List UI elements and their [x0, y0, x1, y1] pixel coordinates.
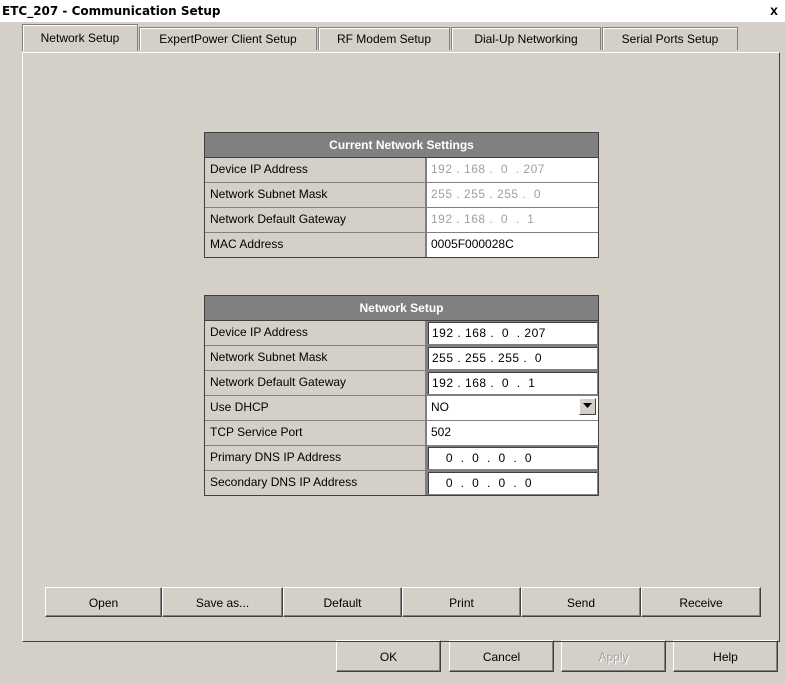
- apply-button-label: Apply: [598, 650, 629, 664]
- network-setup-grid: Network Setup Device IP Address 192 . 16…: [204, 295, 599, 496]
- table-row: Secondary DNS IP Address 0 . 0 . 0 . 0: [205, 471, 598, 495]
- table-row: Device IP Address 192 . 168 . 0 . 207: [205, 321, 598, 346]
- ok-button-label: OK: [379, 650, 398, 664]
- current-gateway-value: 192 . 168 . 0 . 1: [427, 208, 598, 232]
- table-row: Network Default Gateway 192 . 168 . 0 . …: [205, 208, 598, 233]
- row-label: Network Default Gateway: [205, 371, 427, 395]
- use-dhcp-value: NO: [431, 400, 449, 414]
- help-button-label: Help: [713, 650, 738, 664]
- save-as-button[interactable]: Save as...: [162, 587, 283, 617]
- window-title: ETC_207 - Communication Setup: [2, 4, 221, 18]
- tab-network-setup[interactable]: Network Setup: [22, 24, 138, 51]
- ok-button[interactable]: OK: [336, 640, 441, 672]
- help-button[interactable]: Help: [673, 640, 778, 672]
- print-button[interactable]: Print: [402, 587, 521, 617]
- table-row: Device IP Address 192 . 168 . 0 . 207: [205, 158, 598, 183]
- table-row: Primary DNS IP Address 0 . 0 . 0 . 0: [205, 446, 598, 471]
- tab-expertpower-client-setup[interactable]: ExpertPower Client Setup: [139, 27, 317, 50]
- chevron-down-icon[interactable]: [579, 398, 596, 415]
- row-label: Primary DNS IP Address: [205, 446, 427, 470]
- row-label: Network Subnet Mask: [205, 183, 427, 207]
- open-button[interactable]: Open: [45, 587, 162, 617]
- tab-serial-ports-setup[interactable]: Serial Ports Setup: [602, 27, 738, 50]
- close-icon[interactable]: x: [767, 3, 781, 17]
- row-label: Device IP Address: [205, 158, 427, 182]
- row-label: Device IP Address: [205, 321, 427, 345]
- table-row: Network Subnet Mask 255 . 255 . 255 . 0: [205, 346, 598, 371]
- cancel-button-label: Cancel: [482, 650, 521, 664]
- table-row: Network Subnet Mask 255 . 255 . 255 . 0: [205, 183, 598, 208]
- table-row: MAC Address 0005F000028C: [205, 233, 598, 257]
- row-label: TCP Service Port: [205, 421, 427, 445]
- mac-address-value: 0005F000028C: [427, 233, 598, 257]
- row-label: Secondary DNS IP Address: [205, 471, 427, 495]
- tcp-port-input[interactable]: 502: [427, 421, 598, 445]
- current-device-ip-value: 192 . 168 . 0 . 207: [427, 158, 598, 182]
- open-button-label: Open: [88, 596, 119, 610]
- send-button-label: Send: [566, 596, 596, 610]
- default-button[interactable]: Default: [283, 587, 402, 617]
- gateway-input[interactable]: 192 . 168 . 0 . 1: [427, 371, 598, 395]
- current-subnet-mask-value: 255 . 255 . 255 . 0: [427, 183, 598, 207]
- table-row: Network Default Gateway 192 . 168 . 0 . …: [205, 371, 598, 396]
- grid-header: Network Setup: [205, 296, 598, 321]
- apply-button[interactable]: Apply: [561, 640, 666, 672]
- receive-button-label: Receive: [679, 596, 723, 610]
- receive-button[interactable]: Receive: [641, 587, 761, 617]
- device-ip-input[interactable]: 192 . 168 . 0 . 207: [427, 321, 598, 345]
- primary-dns-input[interactable]: 0 . 0 . 0 . 0: [427, 446, 598, 470]
- row-label: Network Subnet Mask: [205, 346, 427, 370]
- tab-dial-up-networking[interactable]: Dial-Up Networking: [451, 27, 601, 50]
- row-label: Use DHCP: [205, 396, 427, 420]
- table-row: TCP Service Port 502: [205, 421, 598, 446]
- cancel-button[interactable]: Cancel: [449, 640, 554, 672]
- dialog-body: Network Setup ExpertPower Client Setup R…: [0, 22, 785, 683]
- current-network-settings-grid: Current Network Settings Device IP Addre…: [204, 132, 599, 258]
- save-as-button-label: Save as...: [195, 596, 250, 610]
- use-dhcp-select[interactable]: NO: [427, 396, 598, 420]
- secondary-dns-input[interactable]: 0 . 0 . 0 . 0: [427, 471, 598, 495]
- table-row: Use DHCP NO: [205, 396, 598, 421]
- title-bar: ETC_207 - Communication Setup x: [0, 0, 785, 23]
- grid-header: Current Network Settings: [205, 133, 598, 158]
- print-button-label: Print: [449, 596, 474, 610]
- row-label: MAC Address: [205, 233, 427, 257]
- row-label: Network Default Gateway: [205, 208, 427, 232]
- tab-rf-modem-setup[interactable]: RF Modem Setup: [318, 27, 450, 50]
- default-button-label: Default: [323, 596, 362, 610]
- send-button[interactable]: Send: [521, 587, 641, 617]
- subnet-mask-input[interactable]: 255 . 255 . 255 . 0: [427, 346, 598, 370]
